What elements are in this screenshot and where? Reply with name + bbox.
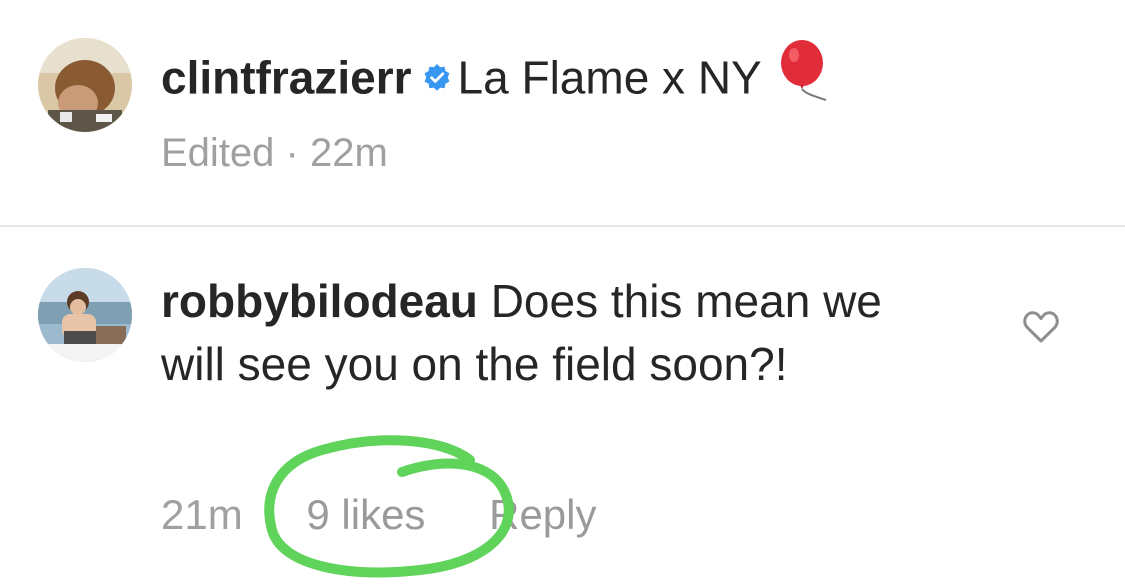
profile-photo-icon	[38, 268, 132, 362]
edited-label: Edited	[161, 131, 275, 175]
profile-photo-icon	[38, 38, 132, 132]
post-caption-block: clintfrazierr La Flame x NY Edited · 22m	[0, 0, 1125, 226]
heart-outline-icon[interactable]	[1021, 307, 1061, 347]
meta-separator: ·	[285, 131, 299, 175]
verified-badge-icon	[424, 63, 449, 91]
commenter-avatar[interactable]	[38, 268, 132, 362]
comment-username[interactable]: robbybilodeau	[161, 275, 478, 327]
post-meta: Edited · 22m	[161, 125, 388, 181]
likes-count-link[interactable]: 9 likes	[306, 485, 425, 545]
caption-text: La Flame x NY	[457, 51, 762, 104]
comment-timestamp: 21m	[161, 491, 243, 538]
divider	[0, 225, 1125, 227]
post-username[interactable]: clintfrazierr	[161, 52, 412, 104]
post-caption: clintfrazierr La Flame x NY	[161, 38, 832, 125]
reply-button[interactable]: Reply	[489, 485, 596, 545]
avatar[interactable]	[38, 38, 132, 132]
comment-body: robbybilodeau Does this mean we will see…	[161, 270, 951, 396]
red-balloon-icon	[776, 38, 832, 121]
comment-actions: 21m 9 likes Reply	[161, 485, 597, 545]
post-timestamp: 22m	[310, 131, 388, 175]
